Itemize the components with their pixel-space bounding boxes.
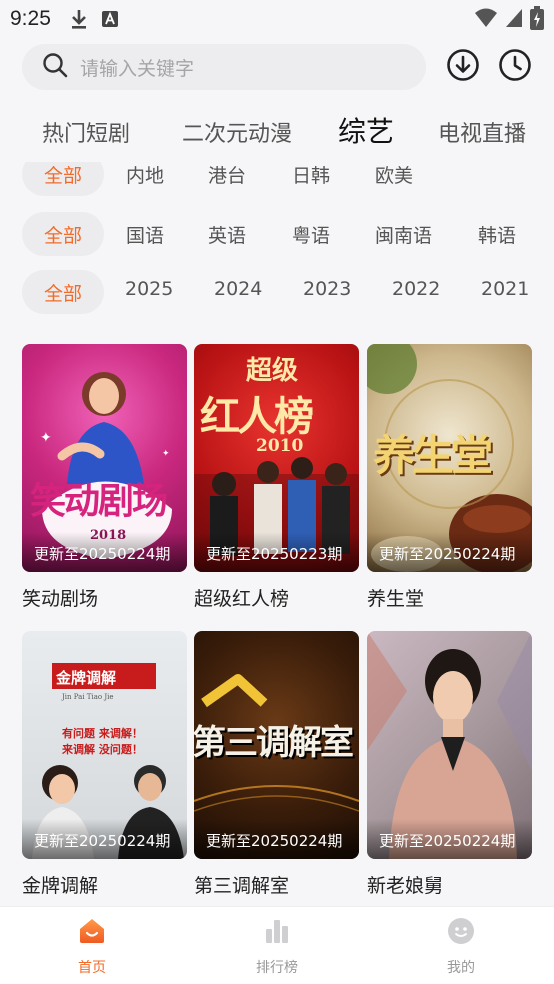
svg-text:✦: ✦ (162, 449, 170, 459)
show-card[interactable]: 金牌调解 Jin Pai Tiao Jie 有问题 来调解！ 来调解 没问题！ … (22, 631, 187, 898)
poster-title: 第三调解室 (194, 723, 354, 763)
show-poster[interactable]: 更新至20250224期 (367, 631, 532, 859)
show-poster[interactable]: 养生堂 更新至20250224期 (367, 344, 532, 572)
poster-subtitle: Jin Pai Tiao Jie (62, 693, 114, 701)
show-title[interactable]: 金牌调解 (22, 871, 187, 898)
chart-icon (263, 917, 291, 949)
region-chip-jp-kr[interactable]: 日韩 (292, 162, 330, 196)
search-row: 请输入关键字 (22, 44, 534, 90)
region-chip-mainland[interactable]: 内地 (126, 162, 164, 196)
year-chip-2025[interactable]: 2025 (125, 270, 173, 311)
update-label: 更新至20250224期 (22, 532, 187, 572)
language-chip-korean[interactable]: 韩语 (478, 212, 516, 256)
battery-icon (530, 6, 544, 35)
history-button[interactable] (496, 48, 534, 86)
show-poster[interactable]: 第三调解室 更新至20250224期 (194, 631, 359, 859)
poster-title-1: 超级 (246, 356, 299, 386)
nav-home[interactable]: 首页 (52, 917, 132, 977)
poster-line-2: 来调解 没问题！ (62, 743, 143, 756)
nav-ranking[interactable]: 排行榜 (237, 917, 317, 977)
show-poster[interactable]: ✦ ✦ 笑动剧场 2018 更新至20250224期 (22, 344, 187, 572)
update-label: 更新至20250224期 (194, 819, 359, 859)
search-input[interactable]: 请输入关键字 (22, 44, 426, 90)
poster-title: 笑动剧场 (30, 480, 168, 522)
poster-title: 金牌调解 (56, 669, 117, 687)
language-chip-mandarin[interactable]: 国语 (126, 212, 164, 256)
year-chip-all[interactable]: 全部 (22, 270, 104, 314)
download-button[interactable] (444, 48, 482, 86)
language-chip-minnan[interactable]: 闽南语 (375, 212, 432, 256)
status-bar: 9:25 (0, 0, 554, 38)
show-card[interactable]: 第三调解室 更新至20250224期 第三调解室 (194, 631, 359, 898)
clock-icon (498, 48, 532, 86)
tab-anime[interactable]: 二次元动漫 (182, 116, 292, 148)
home-icon (78, 917, 106, 949)
show-poster[interactable]: 金牌调解 Jin Pai Tiao Jie 有问题 来调解！ 来调解 没问题！ … (22, 631, 187, 859)
year-chip-2021[interactable]: 2021 (481, 270, 529, 311)
region-chip-western[interactable]: 欧美 (375, 162, 413, 196)
show-title[interactable]: 新老娘舅 (367, 871, 532, 898)
nav-home-label: 首页 (78, 960, 106, 976)
year-chip-2023[interactable]: 2023 (303, 270, 351, 311)
a-icon (101, 10, 119, 28)
language-filter-row: 全部 国语 英语 粤语 闽南语 韩语 (0, 212, 554, 256)
update-label: 更新至20250224期 (367, 532, 532, 572)
tab-hot-drama[interactable]: 热门短剧 (42, 116, 130, 148)
tab-live-tv[interactable]: 电视直播 (438, 116, 526, 148)
year-chip-2024[interactable]: 2024 (214, 270, 262, 311)
show-card[interactable]: 养生堂 更新至20250224期 养生堂 (367, 344, 532, 611)
update-label: 更新至20250223期 (194, 532, 359, 572)
search-placeholder: 请输入关键字 (80, 57, 195, 80)
show-title[interactable]: 超级红人榜 (194, 584, 359, 611)
poster-year: 2010 (256, 436, 304, 456)
region-filter-row: 全部 内地 港台 日韩 欧美 (0, 162, 554, 196)
show-card[interactable]: 超级 红人榜 2010 更新至20250223期 超级红人榜 (194, 344, 359, 611)
update-label: 更新至20250224期 (367, 819, 532, 859)
show-poster[interactable]: 超级 红人榜 2010 更新至20250223期 (194, 344, 359, 572)
poster-line-1: 有问题 来调解！ (62, 727, 143, 740)
signal-icon (504, 7, 524, 34)
show-title[interactable]: 养生堂 (367, 584, 532, 611)
download-icon (446, 48, 480, 86)
language-chip-all[interactable]: 全部 (22, 212, 104, 256)
poster-title-2: 红人榜 (200, 393, 314, 440)
tab-variety[interactable]: 综艺 (338, 110, 394, 150)
download-icon (69, 8, 89, 30)
nav-ranking-label: 排行榜 (256, 960, 298, 976)
region-chip-hk-tw[interactable]: 港台 (208, 162, 246, 196)
poster-title: 养生堂 (373, 431, 493, 480)
show-title[interactable]: 第三调解室 (194, 871, 359, 898)
category-tabs: 热门短剧 二次元动漫 综艺 电视直播 (0, 108, 554, 154)
show-card[interactable]: ✦ ✦ 笑动剧场 2018 更新至20250224期 笑动剧场 (22, 344, 187, 611)
year-filter-row: 全部 2025 2024 2023 2022 2021 (0, 270, 554, 314)
year-chip-2022[interactable]: 2022 (392, 270, 440, 311)
nav-profile[interactable]: 我的 (421, 917, 501, 977)
svg-text:✦: ✦ (40, 430, 52, 446)
search-icon (42, 52, 68, 82)
show-card[interactable]: 更新至20250224期 新老娘舅 (367, 631, 532, 898)
update-label: 更新至20250224期 (22, 819, 187, 859)
profile-icon (447, 917, 475, 949)
nav-profile-label: 我的 (447, 960, 475, 976)
show-title[interactable]: 笑动剧场 (22, 584, 187, 611)
language-chip-english[interactable]: 英语 (208, 212, 246, 256)
status-time: 9:25 (10, 7, 51, 30)
bottom-nav: 首页 排行榜 我的 (0, 906, 554, 984)
wifi-icon (474, 7, 498, 34)
region-chip-all[interactable]: 全部 (22, 162, 104, 196)
language-chip-cantonese[interactable]: 粤语 (292, 212, 330, 256)
